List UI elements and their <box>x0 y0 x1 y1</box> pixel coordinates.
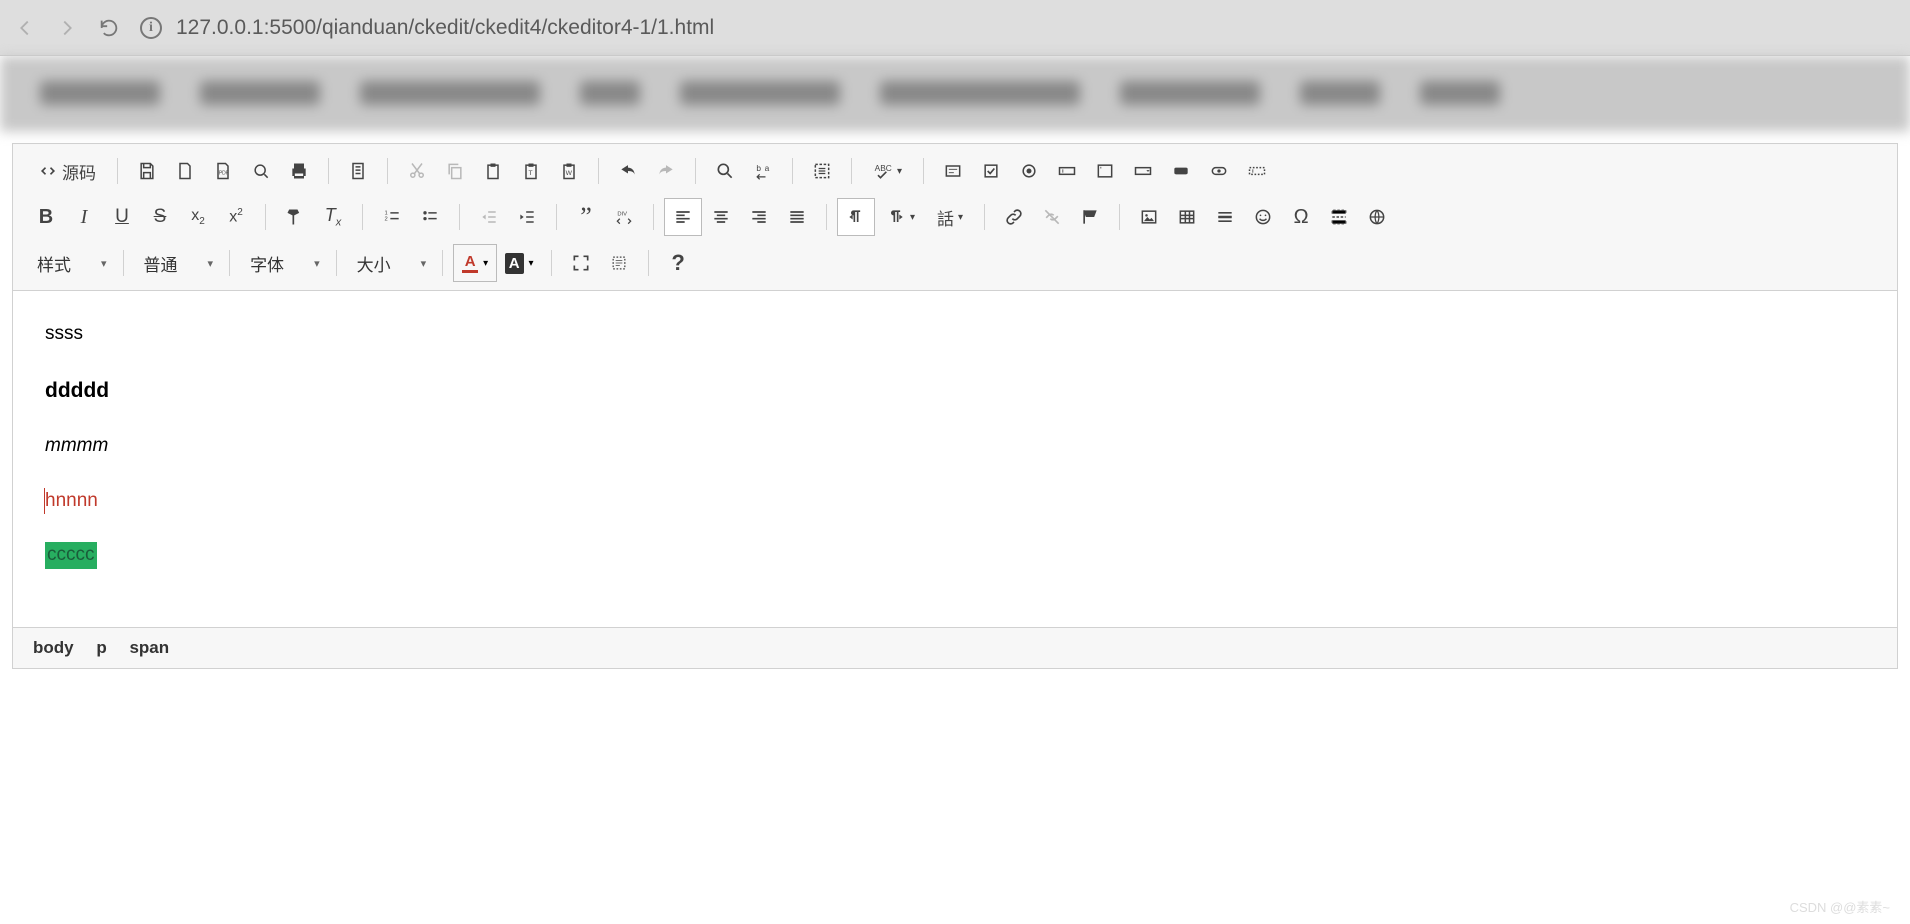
superscript-icon[interactable]: x2 <box>217 198 255 236</box>
subscript-icon[interactable]: x2 <box>179 198 217 236</box>
toolbar-row-2: B I U S x2 x2 Tx 12 <box>21 194 1889 240</box>
bold-icon[interactable]: B <box>27 198 65 236</box>
address-bar[interactable]: i 127.0.0.1:5500/qianduan/ckedit/ckedit4… <box>140 16 1896 40</box>
info-icon[interactable]: i <box>140 17 162 39</box>
svg-text:W: W <box>566 170 573 177</box>
svg-text:a: a <box>765 163 770 173</box>
svg-text:DIV: DIV <box>617 211 627 217</box>
svg-text:PDF: PDF <box>219 170 229 176</box>
path-item[interactable]: span <box>129 638 169 657</box>
anchor-icon[interactable] <box>1071 198 1109 236</box>
unlink-icon[interactable] <box>1033 198 1071 236</box>
italic-icon[interactable]: I <box>65 198 103 236</box>
reload-button[interactable] <box>98 17 120 39</box>
imagebutton-icon[interactable] <box>1200 152 1238 190</box>
svg-text:ABC: ABC <box>875 163 892 173</box>
blockquote-icon[interactable]: ” <box>567 198 605 236</box>
align-justify-icon[interactable] <box>778 198 816 236</box>
remove-format-icon[interactable]: Tx <box>314 198 352 236</box>
pdf-icon[interactable]: PDF <box>204 152 242 190</box>
watermark: CSDN @@素素~ <box>1790 897 1890 916</box>
about-icon[interactable]: ? <box>659 244 697 282</box>
textfield-icon[interactable] <box>1048 152 1086 190</box>
text-color-button[interactable]: A ▾ <box>453 244 497 282</box>
maximize-icon[interactable] <box>562 244 600 282</box>
show-blocks-icon[interactable] <box>600 244 638 282</box>
svg-text:T: T <box>529 170 533 177</box>
link-icon[interactable] <box>995 198 1033 236</box>
back-button[interactable] <box>14 17 36 39</box>
align-center-icon[interactable] <box>702 198 740 236</box>
toolbar-row-3: 样式▾ 普通▾ 字体▾ 大小▾ A ▾ A ▾ <box>21 240 1889 286</box>
copy-icon[interactable] <box>436 152 474 190</box>
bg-color-button[interactable]: A ▾ <box>497 244 541 282</box>
elements-path[interactable]: body p span <box>13 627 1897 668</box>
path-item[interactable]: p <box>96 638 106 657</box>
strike-icon[interactable]: S <box>141 198 179 236</box>
smiley-icon[interactable] <box>1244 198 1282 236</box>
find-icon[interactable] <box>706 152 744 190</box>
div-icon[interactable]: DIV <box>605 198 643 236</box>
textarea-icon[interactable] <box>1086 152 1124 190</box>
language-icon[interactable]: 話▾ <box>926 198 974 236</box>
browser-chrome: i 127.0.0.1:5500/qianduan/ckedit/ckedit4… <box>0 0 1910 56</box>
paste-text-icon[interactable]: T <box>512 152 550 190</box>
print-icon[interactable] <box>280 152 318 190</box>
content-line: ddddd <box>45 376 1865 405</box>
outdent-icon[interactable] <box>470 198 508 236</box>
align-right-icon[interactable] <box>740 198 778 236</box>
styles-combo[interactable]: 样式▾ <box>21 244 119 282</box>
select-icon[interactable] <box>1124 152 1162 190</box>
undo-icon[interactable] <box>609 152 647 190</box>
source-button[interactable]: 源码 <box>27 152 107 190</box>
table-icon[interactable] <box>1168 198 1206 236</box>
iframe-icon[interactable] <box>1358 198 1396 236</box>
radio-icon[interactable] <box>1010 152 1048 190</box>
special-char-icon[interactable]: Ω <box>1282 198 1320 236</box>
hidden-field-icon[interactable] <box>1238 152 1276 190</box>
bookmarks-bar <box>0 56 1910 131</box>
paste-word-icon[interactable]: W <box>550 152 588 190</box>
forward-button[interactable] <box>56 17 78 39</box>
image-icon[interactable] <box>1130 198 1168 236</box>
toolbar-row-1: 源码 PDF T W <box>21 148 1889 194</box>
spellcheck-icon[interactable]: ABC▾ <box>862 152 913 190</box>
toolbar: 源码 PDF T W <box>13 144 1897 291</box>
svg-text:2: 2 <box>385 216 388 222</box>
align-left-icon[interactable] <box>664 198 702 236</box>
size-combo[interactable]: 大小▾ <box>341 244 439 282</box>
url-text: 127.0.0.1:5500/qianduan/ckedit/ckedit4/c… <box>176 16 714 40</box>
content-line: ssss <box>45 321 1865 348</box>
pagebreak-icon[interactable] <box>1320 198 1358 236</box>
select-all-icon[interactable] <box>803 152 841 190</box>
content-line: mmmm <box>45 433 1865 460</box>
font-combo[interactable]: 字体▾ <box>234 244 332 282</box>
content-line: ccccc <box>45 542 1865 569</box>
ltr-icon[interactable] <box>837 198 875 236</box>
button-icon[interactable] <box>1162 152 1200 190</box>
content-line: hnnnn <box>45 488 1865 515</box>
new-page-icon[interactable] <box>166 152 204 190</box>
format-combo[interactable]: 普通▾ <box>128 244 226 282</box>
numbered-list-icon[interactable]: 12 <box>373 198 411 236</box>
path-item[interactable]: body <box>33 638 74 657</box>
hr-icon[interactable] <box>1206 198 1244 236</box>
indent-icon[interactable] <box>508 198 546 236</box>
form-icon[interactable] <box>934 152 972 190</box>
checkbox-icon[interactable] <box>972 152 1010 190</box>
templates-icon[interactable] <box>339 152 377 190</box>
editor-content[interactable]: ssss ddddd mmmm hnnnn ccccc <box>13 291 1897 627</box>
underline-icon[interactable]: U <box>103 198 141 236</box>
svg-text:b: b <box>756 163 761 173</box>
rtl-icon[interactable]: ▾ <box>875 198 926 236</box>
cut-icon[interactable] <box>398 152 436 190</box>
paste-icon[interactable] <box>474 152 512 190</box>
redo-icon[interactable] <box>647 152 685 190</box>
replace-icon[interactable]: ba <box>744 152 782 190</box>
save-icon[interactable] <box>128 152 166 190</box>
copy-formatting-icon[interactable] <box>276 198 314 236</box>
preview-icon[interactable] <box>242 152 280 190</box>
ckeditor: 源码 PDF T W <box>12 143 1898 669</box>
bulleted-list-icon[interactable] <box>411 198 449 236</box>
